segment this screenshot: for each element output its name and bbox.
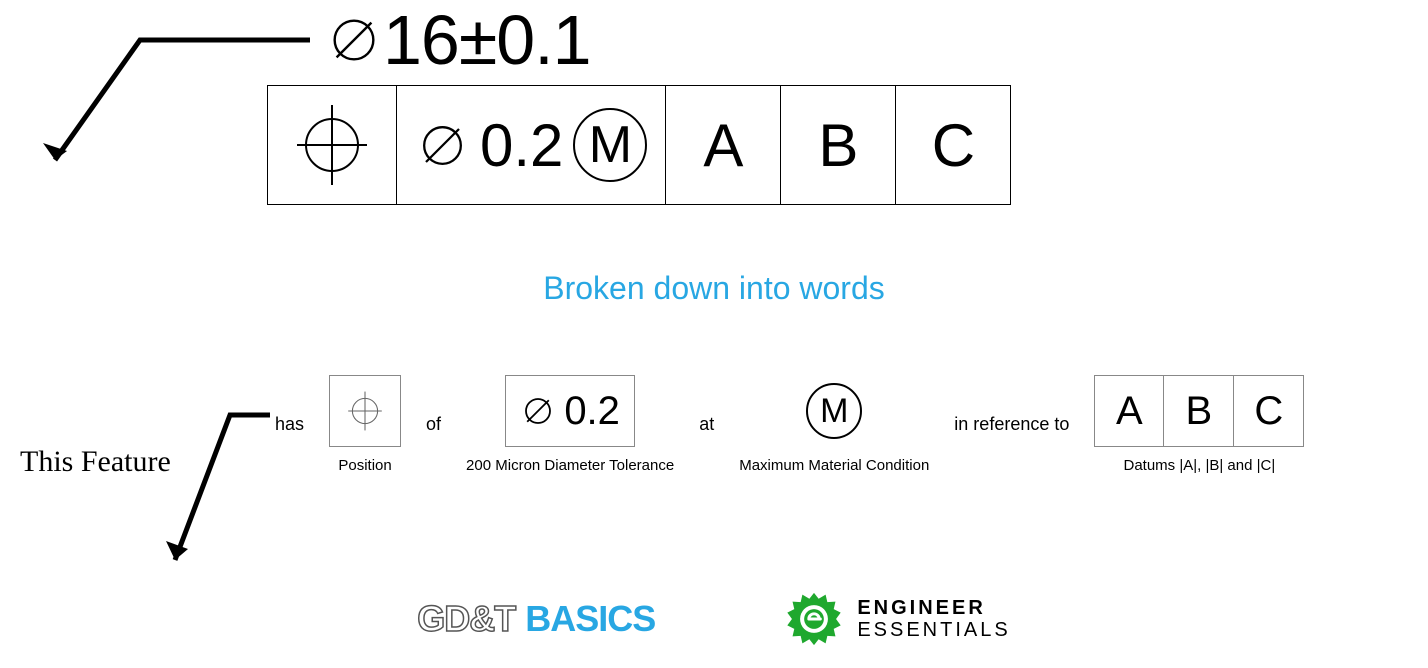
breakdown-row: has Position of 0.2 200 Micron Diameter … [275,375,1304,474]
caption-datums: Datums |A|, |B| and |C| [1123,457,1275,474]
breakdown-datums: A B C Datums |A|, |B| and |C| [1094,375,1304,474]
dimension-text: 16±0.1 [383,0,591,80]
feature-control-frame: 0.2 M A B C [267,85,1011,205]
text-of: of [426,414,441,435]
caption-position: Position [338,457,391,474]
fcf-datum-c: C [896,85,1011,205]
diameter-icon [325,11,383,69]
logo-engineer-essentials: ENGINEER ESSENTIALS [785,590,1010,648]
position-symbol-icon [292,100,372,190]
this-feature-label: This Feature [20,445,171,479]
breakdown-tol-value: 0.2 [564,389,620,434]
position-symbol-icon [344,383,386,439]
logo-ee-line1: ENGINEER [857,597,1010,619]
text-in-reference: in reference to [954,414,1069,435]
logo-ee-line2: ESSENTIALS [857,619,1010,641]
mmc-modifier-icon: M [806,383,862,439]
fcf-datum-a: A [666,85,781,205]
breakdown-tolerance: 0.2 200 Micron Diameter Tolerance [466,375,674,474]
logo-gdt-basics: GD&T BASICS [417,598,655,640]
subtitle: Broken down into words [0,270,1428,307]
arrow-to-feature-bottom [150,395,280,585]
caption-tolerance: 200 Micron Diameter Tolerance [466,457,674,474]
dimension-callout: 16±0.1 [325,0,591,80]
breakdown-mmc: M Maximum Material Condition [739,375,929,474]
diameter-icon [415,118,470,173]
caption-mmc: Maximum Material Condition [739,457,929,474]
fcf-tolerance-cell: 0.2 M [397,85,666,205]
gear-icon [785,590,843,648]
logos-row: GD&T BASICS ENGINEER ESSENTIALS [0,590,1428,648]
datum-box-c: C [1234,375,1304,447]
datum-box-a: A [1094,375,1164,447]
fcf-symbol-cell [267,85,397,205]
fcf-tolerance-value: 0.2 [480,111,563,180]
datum-box-b: B [1164,375,1234,447]
fcf-datum-b: B [781,85,896,205]
diameter-icon [520,393,556,429]
breakdown-position: Position [329,375,401,474]
mmc-modifier-icon: M [573,108,647,182]
text-at: at [699,414,714,435]
